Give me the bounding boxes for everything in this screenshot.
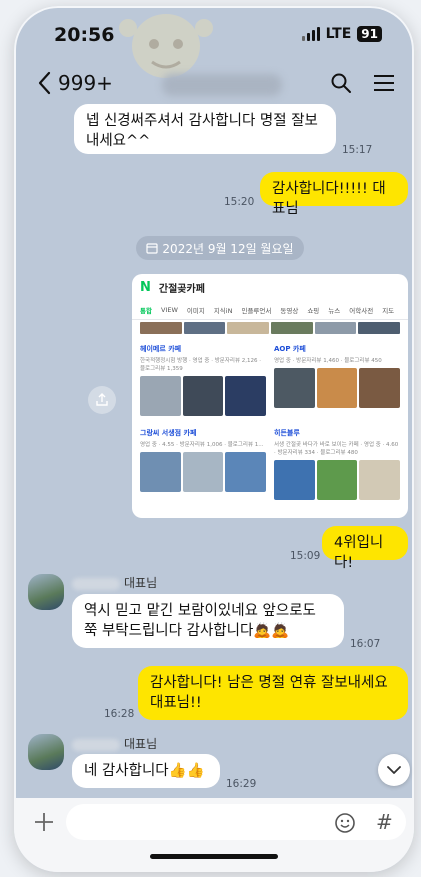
- naver-logo-icon: N: [140, 279, 151, 295]
- plus-icon[interactable]: [32, 810, 56, 834]
- image-search-query: 간절곶카페: [158, 283, 205, 295]
- message-bubble-incoming[interactable]: 넵 신경써주셔서 감사합니다 명절 잘보내세요^^: [74, 104, 336, 154]
- share-icon: [96, 393, 108, 406]
- image-tab: VIEW: [160, 305, 178, 314]
- sender-name: 대표님: [72, 735, 157, 752]
- place-name: 그랑씨 서생점 카페: [140, 429, 197, 437]
- message-bubble-incoming[interactable]: 네 감사합니다👍👍: [72, 754, 220, 788]
- place-sub: 서생 간절곶 바다가 바로 보이는 카페 · 영업 중 · 4.60 · 방문자…: [274, 442, 399, 456]
- image-search-bar: N 간절곶카페: [132, 274, 408, 300]
- header-actions: [330, 72, 396, 94]
- chat-header: 999+: [14, 68, 414, 102]
- shared-screenshot-image[interactable]: N 간절곶카페 통합 VIEW 이미지 지식iN 인플루언서 동영상 쇼핑 뉴스…: [132, 274, 408, 518]
- scroll-to-bottom-button[interactable]: [378, 754, 410, 786]
- message-time: 16:07: [350, 638, 381, 650]
- message-time: 15:20: [224, 196, 255, 208]
- message-bubble-outgoing[interactable]: 4위입니다!: [322, 526, 408, 571]
- menu-icon[interactable]: [372, 72, 396, 94]
- status-time: 20:56: [54, 24, 115, 46]
- chevron-left-icon: [38, 71, 51, 95]
- date-divider: 2022년 9월 12일 월요일: [136, 236, 304, 260]
- image-tab: 인플루언서: [241, 306, 272, 315]
- battery-icon: 91: [357, 26, 382, 42]
- message-time: 15:17: [342, 144, 373, 156]
- home-indicator: [150, 854, 278, 859]
- emoji-icon[interactable]: [334, 812, 356, 834]
- date-divider-text: 2022년 9월 12일 월요일: [162, 241, 294, 256]
- search-icon[interactable]: [330, 72, 352, 94]
- status-indicators: LTE 91: [301, 26, 382, 42]
- sender-suffix: 대표님: [124, 737, 158, 751]
- signal-icon: [301, 27, 320, 41]
- image-tab: 쇼핑: [307, 306, 320, 315]
- back-button[interactable]: 999+: [34, 70, 113, 96]
- image-place-grid: 헤이메르 카페 한국적행정시험 방행 · 영업 중 · 방문자리뷰 2,126 …: [132, 336, 408, 504]
- place-card: AOP 카페 영업 중 · 방문자리뷰 1,460 · 블로그리뷰 450: [274, 340, 401, 416]
- message-input-bar: #: [14, 798, 414, 872]
- status-bar: 20:56 LTE 91: [14, 24, 414, 52]
- message-bubble-incoming[interactable]: 역시 믿고 맡긴 보람이있네요 앞으로도 쭉 부탁드립니다 감사합니다🙇🙇: [72, 594, 344, 648]
- place-card: 히든블루 서생 간절곶 바다가 바로 보이는 카페 · 영업 중 · 4.60 …: [274, 424, 401, 500]
- calendar-icon: [146, 243, 159, 254]
- message-bubble-outgoing[interactable]: 감사합니다! 남은 명절 연휴 잘보내세요 대표님!!: [138, 666, 408, 720]
- message-time: 16:28: [104, 708, 135, 720]
- image-tab: 지식iN: [213, 306, 233, 315]
- image-tab: 뉴스: [328, 306, 341, 315]
- image-top-photos: [132, 320, 408, 336]
- image-search-tabs: 통합 VIEW 이미지 지식iN 인플루언서 동영상 쇼핑 뉴스 어학사전 지도: [132, 300, 408, 320]
- share-button[interactable]: [88, 386, 116, 414]
- place-card: 그랑씨 서생점 카페 영업 중 · 4.55 · 방문자리뷰 1,006 · 블…: [140, 424, 267, 500]
- place-name: 히든블루: [274, 429, 300, 437]
- place-name: 헤이메르 카페: [140, 345, 182, 353]
- place-sub: 영업 중 · 방문자리뷰 1,460 · 블로그리뷰 450: [274, 358, 382, 364]
- room-title-blurred: [162, 74, 282, 96]
- sender-name: 대표님: [72, 574, 157, 591]
- network-label: LTE: [325, 26, 352, 42]
- chat-screen: 20:56 LTE 91 999+ 넵 신경써주셔서 감사합니다 명절 잘보내세…: [14, 6, 414, 872]
- avatar[interactable]: [28, 734, 64, 770]
- place-name: AOP 카페: [274, 345, 306, 353]
- chevron-down-icon: [387, 766, 401, 774]
- place-sub: 영업 중 · 4.55 · 방문자리뷰 1,006 · 블로그리뷰 1...: [140, 442, 264, 448]
- message-time: 15:09: [290, 550, 321, 562]
- image-tab: 통합: [140, 306, 152, 315]
- sender-name-blurred: [72, 738, 120, 751]
- phone-frame: 20:56 LTE 91 999+ 넵 신경써주셔서 감사합니다 명절 잘보내세…: [14, 6, 414, 872]
- image-tab: 이미지: [186, 306, 205, 315]
- message-bubble-outgoing[interactable]: 감사합니다!!!!! 대표님: [260, 172, 408, 217]
- sender-suffix: 대표님: [124, 576, 158, 590]
- image-tab: 지도: [382, 306, 395, 315]
- image-tab: 동영상: [280, 306, 299, 315]
- message-time: 16:29: [226, 778, 257, 790]
- place-sub: 한국적행정시험 방행 · 영업 중 · 방문자리뷰 2,126 · 블로그리뷰 …: [140, 358, 261, 372]
- hashtag-icon[interactable]: #: [376, 810, 393, 834]
- sender-name-blurred: [72, 577, 120, 590]
- unread-count: 999+: [58, 71, 113, 95]
- image-tab: 어학사전: [349, 306, 374, 315]
- avatar[interactable]: [28, 574, 64, 610]
- place-card: 헤이메르 카페 한국적행정시험 방행 · 영업 중 · 방문자리뷰 2,126 …: [140, 340, 267, 416]
